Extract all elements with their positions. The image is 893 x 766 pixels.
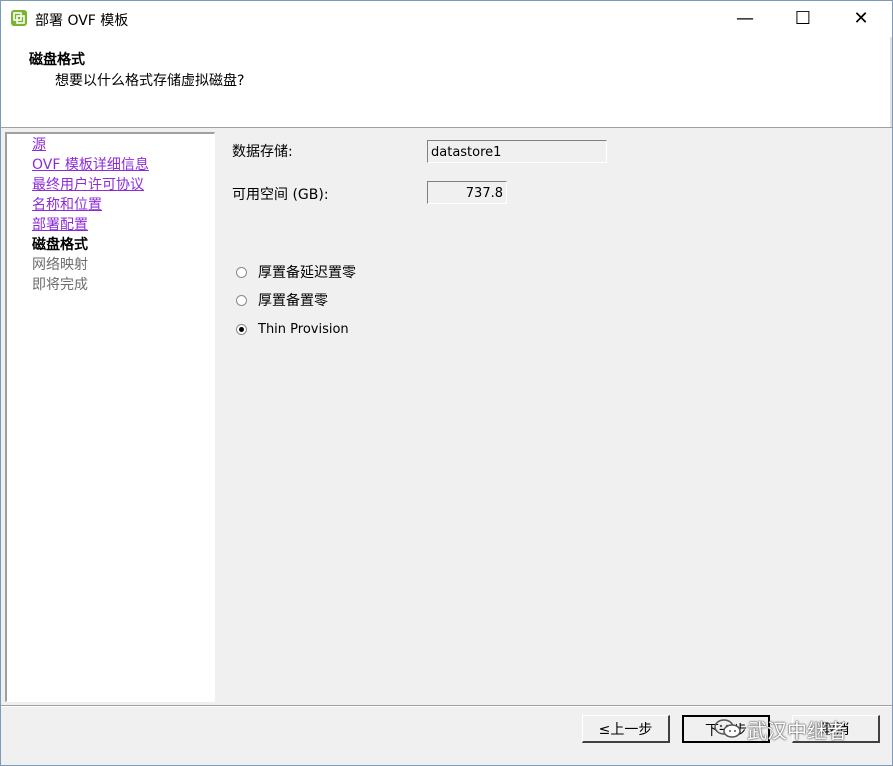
wizard-header: 磁盘格式 想要以什么格式存储虚拟磁盘?	[1, 37, 892, 128]
window-title: 部署 OVF 模板	[35, 13, 129, 29]
step-ready-to-complete: 即将完成	[32, 277, 88, 293]
wizard-steps-sidebar: 源 OVF 模板详细信息 最终用户许可协议 名称和位置 部署配置 磁盘格式 网络…	[5, 132, 215, 702]
option-thick-lazy-zeroed[interactable]: 厚置备延迟置零	[236, 262, 356, 282]
step-name-location[interactable]: 名称和位置	[32, 195, 102, 215]
watermark-text: 武汉中继者	[747, 718, 847, 743]
header-scroll-edge	[890, 37, 892, 127]
radio-thin-provision[interactable]	[236, 323, 247, 335]
step-ovf-details[interactable]: OVF 模板详细信息	[32, 155, 149, 175]
title-bar: 部署 OVF 模板 — ☐ ✕	[1, 1, 892, 37]
step-eula[interactable]: 最终用户许可协议	[32, 175, 144, 195]
available-space-field: 737.8	[427, 181, 507, 204]
disk-format-panel: 数据存储: datastore1 可用空间 (GB): 737.8 厚置备延迟置…	[216, 130, 892, 705]
watermark: 武汉中继者	[713, 715, 847, 743]
datastore-field: datastore1	[427, 140, 607, 163]
datastore-label: 数据存储:	[232, 144, 293, 160]
available-space-label: 可用空间 (GB):	[232, 187, 329, 203]
option-label: 厚置备置零	[258, 293, 328, 309]
step-deploy-config[interactable]: 部署配置	[32, 215, 88, 235]
step-network-mapping: 网络映射	[32, 257, 88, 273]
option-thin-provision[interactable]: Thin Provision	[236, 319, 349, 339]
step-disk-format: 磁盘格式	[32, 237, 88, 253]
wechat-icon	[714, 719, 741, 738]
maximize-button[interactable]: ☐	[774, 1, 832, 37]
radio-thick-eager-zeroed[interactable]	[236, 294, 247, 306]
option-label: 厚置备延迟置零	[258, 265, 356, 281]
page-title: 磁盘格式	[29, 52, 85, 68]
vsphere-app-icon	[11, 10, 27, 26]
radio-thick-lazy-zeroed[interactable]	[236, 266, 247, 278]
step-source[interactable]: 源	[32, 135, 46, 155]
back-button[interactable]: ≤上一步	[582, 715, 670, 743]
option-label: Thin Provision	[258, 321, 349, 337]
option-thick-eager-zeroed[interactable]: 厚置备置零	[236, 290, 328, 310]
deploy-ovf-dialog: 部署 OVF 模板 — ☐ ✕ 磁盘格式 想要以什么格式存储虚拟磁盘? 源 OV…	[0, 0, 893, 766]
close-button[interactable]: ✕	[832, 1, 890, 37]
page-subtitle: 想要以什么格式存储虚拟磁盘?	[55, 73, 245, 89]
minimize-button[interactable]: —	[716, 1, 774, 37]
footer-divider-highlight	[1, 706, 892, 707]
